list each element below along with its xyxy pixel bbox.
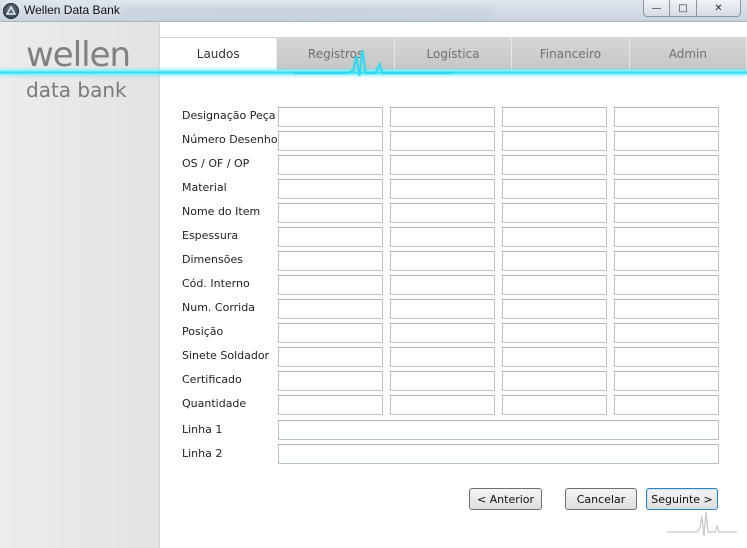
window-controls: — □ ✕ bbox=[643, 0, 741, 17]
dropdown-field[interactable] bbox=[614, 203, 719, 223]
text-field[interactable] bbox=[614, 371, 719, 391]
field-label: Designação Peça bbox=[182, 109, 276, 122]
text-field[interactable] bbox=[278, 155, 383, 175]
window-title: Wellen Data Bank bbox=[24, 3, 120, 17]
maximize-button[interactable]: □ bbox=[670, 0, 697, 17]
field-label: Número Desenho bbox=[182, 133, 278, 146]
text-field[interactable] bbox=[390, 131, 495, 151]
text-field[interactable] bbox=[614, 131, 719, 151]
app-icon bbox=[3, 3, 19, 19]
text-field[interactable] bbox=[614, 347, 719, 367]
text-field[interactable] bbox=[278, 227, 383, 247]
text-field[interactable] bbox=[390, 227, 495, 247]
field-label: Sinete Soldador bbox=[182, 349, 270, 362]
text-field[interactable] bbox=[278, 347, 383, 367]
line-label: Linha 2 bbox=[182, 447, 223, 460]
field-label: Material bbox=[182, 181, 227, 194]
dropdown-field[interactable] bbox=[502, 203, 607, 223]
close-button[interactable]: ✕ bbox=[697, 0, 741, 17]
text-field[interactable] bbox=[278, 107, 383, 127]
minimize-icon: — bbox=[651, 2, 662, 14]
text-field[interactable] bbox=[390, 251, 495, 271]
text-field[interactable] bbox=[502, 251, 607, 271]
text-field[interactable] bbox=[614, 227, 719, 247]
field-label: Quantidade bbox=[182, 397, 247, 410]
field-label: Espessura bbox=[182, 229, 239, 242]
field-label: Certificado bbox=[182, 373, 242, 386]
text-field[interactable] bbox=[614, 107, 719, 127]
text-field[interactable] bbox=[614, 323, 719, 343]
next-button[interactable]: Seguinte > bbox=[646, 488, 718, 510]
text-field[interactable] bbox=[390, 347, 495, 367]
dropdown-field[interactable] bbox=[614, 179, 719, 199]
previous-button[interactable]: < Anterior bbox=[469, 488, 542, 510]
text-field[interactable] bbox=[502, 323, 607, 343]
text-field[interactable] bbox=[614, 251, 719, 271]
text-field[interactable] bbox=[278, 371, 383, 391]
text-field[interactable] bbox=[278, 275, 383, 295]
text-field[interactable] bbox=[390, 323, 495, 343]
title-bar-blurred-region bbox=[122, 6, 492, 16]
text-field[interactable] bbox=[390, 275, 495, 295]
minimize-button[interactable]: — bbox=[643, 0, 670, 17]
field-label: Posição bbox=[182, 325, 224, 338]
line-1-field[interactable] bbox=[278, 420, 719, 440]
field-label: Cód. Interno bbox=[182, 277, 250, 290]
text-field[interactable] bbox=[502, 299, 607, 319]
text-field[interactable] bbox=[390, 299, 495, 319]
logo-wave-icon bbox=[293, 49, 454, 77]
text-field[interactable] bbox=[502, 395, 607, 415]
text-field[interactable] bbox=[390, 395, 495, 415]
text-field[interactable] bbox=[502, 227, 607, 247]
title-bar: Wellen Data Bank — □ ✕ bbox=[0, 0, 747, 22]
text-field[interactable] bbox=[502, 371, 607, 391]
text-field[interactable] bbox=[278, 395, 383, 415]
text-field[interactable] bbox=[390, 371, 495, 391]
logo-wordmark-bottom: data bank bbox=[26, 78, 127, 102]
text-field[interactable] bbox=[278, 251, 383, 271]
text-field[interactable] bbox=[278, 131, 383, 151]
text-field[interactable] bbox=[614, 275, 719, 295]
dropdown-field[interactable] bbox=[390, 179, 495, 199]
line-2-field[interactable] bbox=[278, 444, 719, 464]
text-field[interactable] bbox=[502, 107, 607, 127]
dropdown-field[interactable] bbox=[390, 203, 495, 223]
left-panel: wellen data bank bbox=[0, 22, 160, 548]
field-label: Dimensões bbox=[182, 253, 243, 266]
text-field[interactable] bbox=[502, 155, 607, 175]
field-label: OS / OF / OP bbox=[182, 157, 250, 170]
text-field[interactable] bbox=[502, 275, 607, 295]
cancel-button[interactable]: Cancelar bbox=[565, 488, 637, 510]
dropdown-field[interactable] bbox=[502, 179, 607, 199]
text-field[interactable] bbox=[278, 323, 383, 343]
maximize-icon: □ bbox=[678, 2, 688, 14]
dropdown-field[interactable] bbox=[278, 179, 383, 199]
text-field[interactable] bbox=[614, 299, 719, 319]
corner-wave-icon bbox=[667, 511, 737, 537]
text-field[interactable] bbox=[614, 155, 719, 175]
dropdown-field[interactable] bbox=[278, 203, 383, 223]
text-field[interactable] bbox=[390, 155, 495, 175]
text-field[interactable] bbox=[278, 299, 383, 319]
close-icon: ✕ bbox=[714, 2, 723, 14]
text-field[interactable] bbox=[502, 131, 607, 151]
line-label: Linha 1 bbox=[182, 423, 223, 436]
field-label: Num. Corrida bbox=[182, 301, 255, 314]
field-label: Nome do Item bbox=[182, 205, 261, 218]
text-field[interactable] bbox=[614, 395, 719, 415]
text-field[interactable] bbox=[390, 107, 495, 127]
text-field[interactable] bbox=[502, 347, 607, 367]
